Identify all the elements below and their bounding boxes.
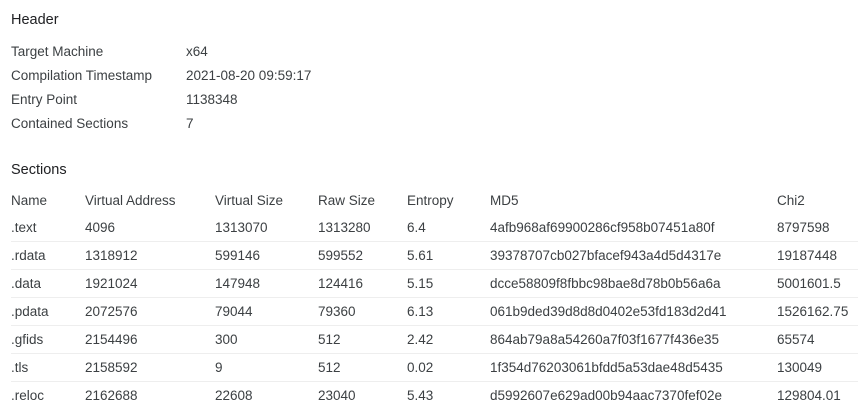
cell-virtual-address: 1318912 xyxy=(85,248,138,263)
cell-virtual-size: 147948 xyxy=(215,276,261,291)
column-header-chi2: Chi2 xyxy=(777,193,805,208)
header-title: Header xyxy=(11,12,59,28)
header-row-compilation-timestamp: Compilation Timestamp 2021-08-20 09:59:1… xyxy=(11,63,311,87)
cell-raw-size: 512 xyxy=(318,332,341,347)
cell-name: .text xyxy=(11,220,37,235)
cell-virtual-address: 1921024 xyxy=(85,276,138,291)
cell-entropy: 0.02 xyxy=(407,360,434,375)
cell-raw-size: 599552 xyxy=(318,248,364,263)
cell-name: .reloc xyxy=(11,388,45,403)
cell-md5: 864ab79a8a54260a7f03f1677f436e35 xyxy=(490,332,719,347)
column-header-md5: MD5 xyxy=(490,193,519,208)
table-row: .text 4096 1313070 1313280 6.4 4afb968af… xyxy=(11,214,858,242)
field-value: 2021-08-20 09:59:17 xyxy=(186,67,312,83)
cell-name: .rdata xyxy=(11,248,46,263)
cell-raw-size: 1313280 xyxy=(318,220,371,235)
cell-chi2: 8797598 xyxy=(777,220,830,235)
cell-virtual-address: 2162688 xyxy=(85,388,138,403)
field-label: Compilation Timestamp xyxy=(11,67,153,83)
cell-name: .gfids xyxy=(11,332,44,347)
cell-md5: 4afb968af69900286cf958b07451a80f xyxy=(490,220,715,235)
cell-virtual-size: 1313070 xyxy=(215,220,268,235)
header-row-contained-sections: Contained Sections 7 xyxy=(11,111,311,135)
cell-name: .data xyxy=(11,276,42,291)
cell-md5: 39378707cb027bfacef943a4d5d4317e xyxy=(490,248,722,263)
cell-entropy: 2.42 xyxy=(407,332,434,347)
cell-raw-size: 124416 xyxy=(318,276,364,291)
header-row-target-machine: Target Machine x64 xyxy=(11,39,311,63)
column-header-name: Name xyxy=(11,193,48,208)
cell-entropy: 5.43 xyxy=(407,388,434,403)
field-label: Contained Sections xyxy=(11,115,129,131)
cell-chi2: 130049 xyxy=(777,360,823,375)
cell-md5: d5992607e629ad00b94aac7370fef02e xyxy=(490,388,722,403)
cell-md5: 1f354d76203061bfdd5a53dae48d5435 xyxy=(490,360,723,375)
table-row: .reloc 2162688 22608 23040 5.43 d5992607… xyxy=(11,381,858,409)
cell-virtual-size: 79044 xyxy=(215,304,253,319)
cell-raw-size: 512 xyxy=(318,360,341,375)
cell-name: .pdata xyxy=(11,304,49,319)
sections-header-row: Name Virtual Address Virtual Size Raw Si… xyxy=(11,187,858,214)
column-header-entropy: Entropy xyxy=(407,193,454,208)
cell-virtual-address: 2154496 xyxy=(85,332,138,347)
field-label: Entry Point xyxy=(11,91,78,107)
field-value: 7 xyxy=(186,115,194,131)
table-row: .pdata 2072576 79044 79360 6.13 061b9ded… xyxy=(11,297,858,326)
cell-name: .tls xyxy=(11,360,29,375)
table-row: .rdata 1318912 599146 599552 5.61 393787… xyxy=(11,241,858,270)
cell-entropy: 5.15 xyxy=(407,276,434,291)
cell-chi2: 1526162.75 xyxy=(777,304,849,319)
field-label: Target Machine xyxy=(11,43,104,59)
cell-chi2: 19187448 xyxy=(777,248,838,263)
column-header-raw-size: Raw Size xyxy=(318,193,376,208)
cell-virtual-size: 9 xyxy=(215,360,223,375)
column-header-virtual-size: Virtual Size xyxy=(215,193,284,208)
cell-virtual-address: 4096 xyxy=(85,220,116,235)
cell-entropy: 6.13 xyxy=(407,304,434,319)
sections-title: Sections xyxy=(11,162,67,178)
header-details-table: Target Machine x64 Compilation Timestamp… xyxy=(11,39,311,135)
cell-virtual-address: 2072576 xyxy=(85,304,138,319)
cell-virtual-size: 300 xyxy=(215,332,238,347)
table-row: .data 1921024 147948 124416 5.15 dcce588… xyxy=(11,269,858,298)
field-value: 1138348 xyxy=(186,91,238,107)
cell-entropy: 5.61 xyxy=(407,248,434,263)
header-row-entry-point: Entry Point 1138348 xyxy=(11,87,311,111)
cell-chi2: 5001601.5 xyxy=(777,276,841,291)
column-header-virtual-address: Virtual Address xyxy=(85,193,176,208)
cell-md5: 061b9ded39d8d8d0402e53fd183d2d41 xyxy=(490,304,727,319)
cell-virtual-size: 22608 xyxy=(215,388,253,403)
cell-virtual-size: 599146 xyxy=(215,248,261,263)
cell-chi2: 129804.01 xyxy=(777,388,841,403)
cell-entropy: 6.4 xyxy=(407,220,426,235)
cell-raw-size: 79360 xyxy=(318,304,356,319)
table-row: .tls 2158592 9 512 0.02 1f354d76203061bf… xyxy=(11,353,858,382)
cell-raw-size: 23040 xyxy=(318,388,356,403)
cell-chi2: 65574 xyxy=(777,332,815,347)
field-value: x64 xyxy=(186,43,208,59)
cell-md5: dcce58809f8fbbc98bae8d78b0b56a6a xyxy=(490,276,721,291)
table-row: .gfids 2154496 300 512 2.42 864ab79a8a54… xyxy=(11,325,858,354)
sections-table: Name Virtual Address Virtual Size Raw Si… xyxy=(11,187,858,409)
cell-virtual-address: 2158592 xyxy=(85,360,138,375)
